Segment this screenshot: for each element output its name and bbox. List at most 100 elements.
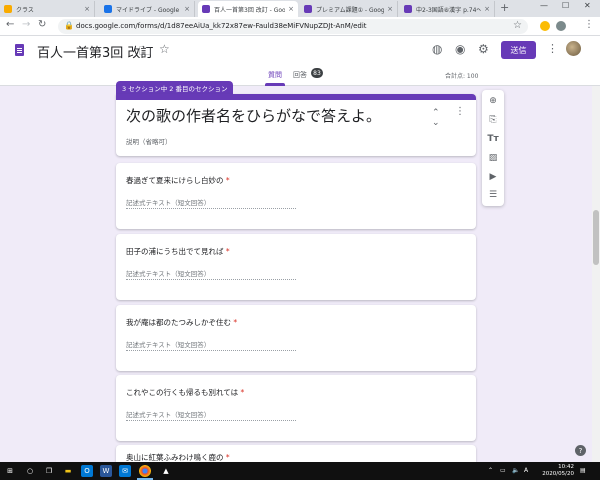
settings-gear-icon[interactable]: ⚙ [478,42,489,56]
back-icon[interactable]: ← [6,19,14,30]
window-close-button[interactable]: ✕ [584,1,591,10]
add-question-icon[interactable]: ⊕ [487,95,499,107]
forward-icon[interactable]: → [22,19,30,30]
bookmark-star-icon[interactable]: ☆ [513,20,522,31]
clock-date: 2020/05/20 [542,471,574,477]
add-section-icon[interactable]: ☰ [487,189,499,201]
browser-tab-title: プレミアム課題① - Google フ [316,6,384,14]
extension-icon[interactable] [540,21,550,31]
browser-tab-active[interactable]: 百人一首第3回 改訂 - Google × [198,1,298,17]
profile-icon[interactable] [556,21,566,31]
add-title-icon[interactable]: Tт [487,133,499,145]
folder-icon[interactable]: 🗀 [139,42,151,63]
tray-chevron-icon[interactable]: ⌃ [488,467,493,474]
section-description[interactable]: 説明（省略可） [126,136,172,146]
chrome-menu-icon[interactable]: ⋮ [584,19,594,30]
file-explorer-icon[interactable]: ▬ [62,465,74,477]
question-title[interactable]: 奥山に紅葉ふみわけ鳴く鹿の * [126,452,230,462]
question-card[interactable]: 我が庵は都のたつみしかぞ住む * 記述式テキスト（短文回答） [116,305,476,371]
help-icon[interactable]: ? [575,445,586,456]
send-button[interactable]: 送信 [501,41,536,59]
short-answer-field: 記述式テキスト（短文回答） [126,339,296,351]
total-points: 合計点: 100 [445,73,479,80]
task-view-icon[interactable]: ❐ [43,465,55,477]
windows-taskbar: ⊞ ○ ❐ ▬ O W ✉ ▲ ⌃ ▭ 🔈 A 10:42 2020/05/20… [0,462,600,480]
add-video-icon[interactable]: ▶ [487,171,499,183]
lock-icon: 🔒 [64,21,74,30]
section-label: 3 セクション中 2 番目のセクション [116,81,234,94]
add-image-icon[interactable]: ▨ [487,152,499,164]
scrollbar[interactable] [592,86,600,462]
required-asterisk: * [240,388,245,397]
question-title[interactable]: これやこの行くも帰るも別れては * [126,387,244,398]
new-tab-button[interactable]: + [500,1,509,14]
close-icon[interactable]: × [84,5,90,13]
question-title[interactable]: 田子の浦にうち出でて見れば * [126,246,230,257]
clock-time: 10:42 [558,464,574,470]
omnibox[interactable]: 🔒 docs.google.com/forms/d/1d87eeAiUa_kk7… [58,19,528,34]
forms-icon [202,5,210,13]
mail-icon[interactable]: ✉ [119,465,131,477]
close-icon[interactable]: × [288,5,294,13]
search-icon[interactable]: ○ [24,465,36,477]
star-icon[interactable]: ☆ [159,42,170,56]
collapse-icon[interactable]: ⌃ ⌄ [432,108,440,128]
question-card[interactable]: 春過ぎて夏来にけらし白妙の * 記述式テキスト（短文回答） [116,163,476,229]
required-asterisk: * [225,247,230,256]
network-icon[interactable]: ▭ [500,467,506,474]
forms-icon [404,5,412,13]
section-header-card[interactable]: 次の歌の作者名をひらがなで答えよ。 説明（省略可） ⌃ ⌄ ⋮ [116,94,476,156]
question-card[interactable]: これやこの行くも帰るも別れては * 記述式テキスト（短文回答） [116,375,476,441]
address-toolbar: ← → ↻ 🔒 docs.google.com/forms/d/1d87eeAi… [0,17,600,36]
palette-icon[interactable]: ◍ [432,42,442,56]
notification-icon[interactable]: ▤ [580,467,586,474]
avatar[interactable] [566,41,581,56]
preview-eye-icon[interactable]: ◉ [455,42,465,56]
import-questions-icon[interactable]: ⎘ [487,114,499,126]
windows-start-icon[interactable]: ⊞ [4,465,16,477]
browser-tab[interactable]: プレミアム課題① - Google フ × [300,1,398,17]
chrome-icon[interactable] [139,465,151,477]
taskbar-clock[interactable]: 10:42 2020/05/20 [530,464,574,478]
reload-icon[interactable]: ↻ [38,19,46,30]
required-asterisk: * [225,176,230,185]
browser-tab[interactable]: マイドライブ - Google ドライブ × [100,1,195,17]
browser-tab-title: マイドライブ - Google ドライブ [116,6,181,14]
more-options-icon[interactable]: ⋮ [455,106,465,117]
word-icon[interactable]: W [100,465,112,477]
volume-icon[interactable]: 🔈 [512,467,519,474]
section-title[interactable]: 次の歌の作者名をひらがなで答えよ。 [126,105,381,126]
browser-tab[interactable]: 中2-3国語⑧漢字 p.74〜?? × [400,1,495,17]
tab-questions[interactable]: 質問 [268,70,282,80]
form-title[interactable]: 百人一首第3回 改訂 [37,42,153,61]
browser-tab-title: 中2-3国語⑧漢字 p.74〜?? [416,6,481,14]
tab-responses[interactable]: 回答 [293,70,307,80]
photos-icon[interactable]: ▲ [160,465,172,477]
active-tab-indicator [265,83,285,86]
minimize-button[interactable]: — [540,1,548,10]
browser-tab-title: 百人一首第3回 改訂 - Google [214,6,286,14]
outlook-icon[interactable]: O [81,465,93,477]
response-count-badge: 83 [311,68,323,78]
required-asterisk: * [233,318,238,327]
forms-icon [304,5,312,13]
browser-tab-title: クラス [16,6,34,14]
question-card[interactable]: 奥山に紅葉ふみわけ鳴く鹿の * [116,445,476,462]
question-title[interactable]: 春過ぎて夏来にけらし白妙の * [126,175,230,186]
more-options-icon[interactable]: ⋮ [547,42,558,55]
maximize-button[interactable]: ☐ [562,1,569,10]
close-icon[interactable]: × [184,5,190,13]
url-text[interactable]: docs.google.com/forms/d/1d87eeAiUa_kk72x… [76,22,367,30]
short-answer-field: 記述式テキスト（短文回答） [126,409,296,421]
close-icon[interactable]: × [387,5,393,13]
scrollbar-thumb[interactable] [593,210,599,265]
close-icon[interactable]: × [484,5,490,13]
required-asterisk: * [225,453,230,462]
google-forms-logo-icon[interactable] [15,44,24,56]
browser-tab[interactable]: クラス × [0,1,95,17]
short-answer-field: 記述式テキスト（短文回答） [126,268,296,280]
short-answer-field: 記述式テキスト（短文回答） [126,197,296,209]
question-title[interactable]: 我が庵は都のたつみしかぞ住む * [126,317,237,328]
ime-indicator[interactable]: A [524,467,528,474]
question-card[interactable]: 田子の浦にうち出でて見れば * 記述式テキスト（短文回答） [116,234,476,300]
